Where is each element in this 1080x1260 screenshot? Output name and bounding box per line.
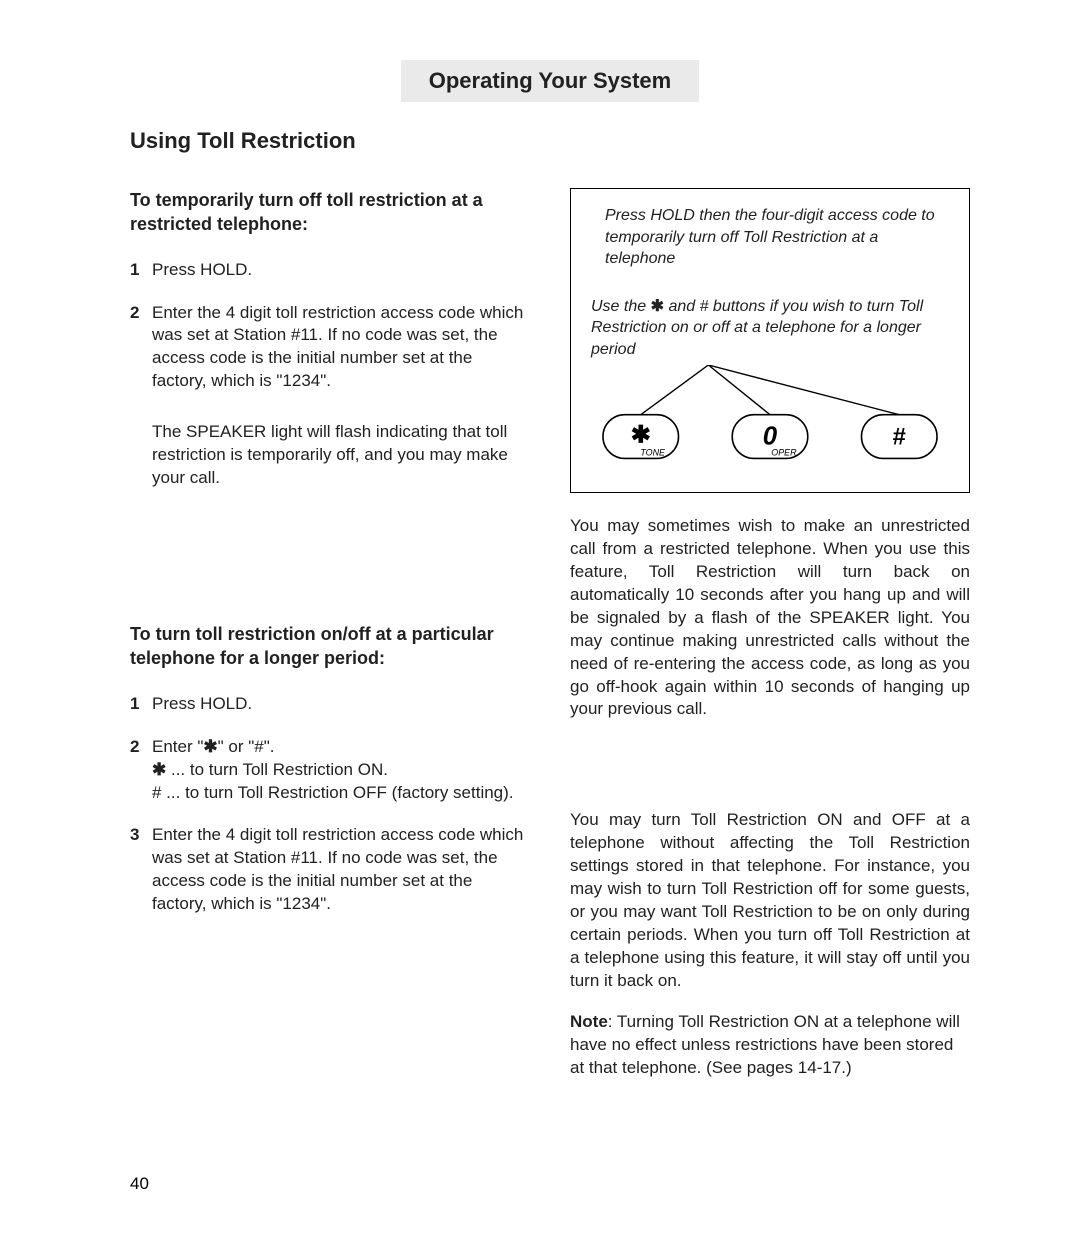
step-number: 2 bbox=[130, 302, 152, 394]
diagram-box: Press HOLD then the four-digit access co… bbox=[570, 188, 970, 493]
paragraph-note: Note: Turning Toll Restriction ON at a t… bbox=[570, 1011, 970, 1080]
steps-temp-off: 1 Press HOLD. 2 Enter the 4 digit toll r… bbox=[130, 259, 530, 394]
step-item: 2 Enter the 4 digit toll restriction acc… bbox=[130, 302, 530, 394]
star-icon: ✱ bbox=[152, 760, 166, 779]
diagram-caption-bottom: Use the ✱ and # buttons if you wish to t… bbox=[591, 286, 949, 365]
page: Operating Your System Using Toll Restric… bbox=[0, 0, 1080, 1260]
step-number: 1 bbox=[130, 259, 152, 282]
step-body: Enter the 4 digit toll restriction acces… bbox=[152, 824, 530, 916]
key-zero-label: 0 bbox=[763, 422, 778, 450]
page-header: Operating Your System bbox=[401, 60, 699, 102]
note-body: : Turning Toll Restriction ON at a telep… bbox=[570, 1012, 960, 1077]
section-title: Using Toll Restriction bbox=[130, 128, 970, 154]
step-number: 2 bbox=[130, 736, 152, 805]
right-column: Press HOLD then the four-digit access co… bbox=[570, 188, 970, 1098]
spacer bbox=[570, 739, 970, 809]
key-star-sublabel: TONE bbox=[640, 447, 666, 457]
star-icon: ✱ bbox=[203, 737, 217, 756]
step-item: 1 Press HOLD. bbox=[130, 693, 530, 716]
key-star-icon: ✱ bbox=[631, 421, 651, 448]
step-item: 2 Enter "✱" or "#". ✱ ... to turn Toll R… bbox=[130, 736, 530, 805]
subheading-temp-off: To temporarily turn off toll restriction… bbox=[130, 188, 530, 237]
note-label: Note bbox=[570, 1012, 608, 1031]
paragraph-on-off-settings: You may turn Toll Restriction ON and OFF… bbox=[570, 809, 970, 993]
step-number: 1 bbox=[130, 693, 152, 716]
step-body: Press HOLD. bbox=[152, 693, 530, 716]
paragraph-unrestricted-call: You may sometimes wish to make an unrest… bbox=[570, 515, 970, 721]
step-body: Press HOLD. bbox=[152, 259, 530, 282]
key-hash-icon: # bbox=[893, 423, 906, 450]
step-body: Enter "✱" or "#". ✱ ... to turn Toll Res… bbox=[152, 736, 530, 805]
diagram-caption-top: Press HOLD then the four-digit access co… bbox=[591, 205, 949, 286]
step-item: 1 Press HOLD. bbox=[130, 259, 530, 282]
steps-longer-period: 1 Press HOLD. 2 Enter "✱" or "#". ✱ ... … bbox=[130, 693, 530, 917]
text-fragment: # ... to turn Toll Restriction OFF (fact… bbox=[152, 783, 514, 802]
keypad-diagram: ✱ 0 # TONE OPER bbox=[591, 365, 949, 474]
key-zero-sublabel: OPER bbox=[771, 447, 797, 457]
header-wrap: Operating Your System bbox=[130, 60, 970, 102]
spacer bbox=[130, 512, 530, 622]
paragraph-speaker-note: The SPEAKER light will flash indicating … bbox=[152, 421, 530, 490]
step-number: 3 bbox=[130, 824, 152, 916]
columns: To temporarily turn off toll restriction… bbox=[130, 188, 970, 1098]
subheading-longer-period: To turn toll restriction on/off at a par… bbox=[130, 622, 530, 671]
text-fragment: Enter " bbox=[152, 737, 203, 756]
text-fragment: " or "#". bbox=[218, 737, 275, 756]
page-number: 40 bbox=[130, 1174, 149, 1194]
step-body: Enter the 4 digit toll restriction acces… bbox=[152, 302, 530, 394]
star-icon: ✱ bbox=[651, 298, 664, 315]
text-fragment: ... to turn Toll Restriction ON. bbox=[166, 760, 388, 779]
left-column: To temporarily turn off toll restriction… bbox=[130, 188, 530, 1098]
text-fragment: Use the bbox=[591, 298, 651, 315]
step-item: 3 Enter the 4 digit toll restriction acc… bbox=[130, 824, 530, 916]
